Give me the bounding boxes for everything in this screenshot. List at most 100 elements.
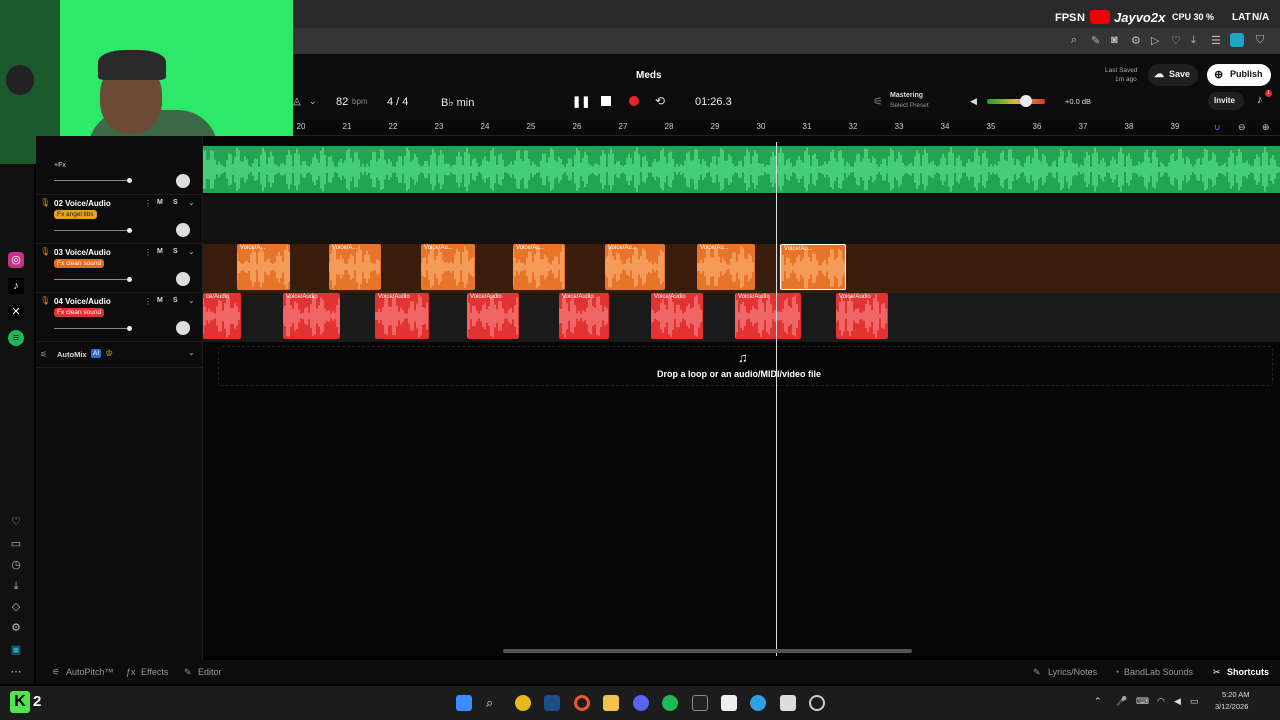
autopitch-button[interactable]: AutoPitch™ xyxy=(66,667,114,677)
extension-icon[interactable] xyxy=(1230,33,1244,47)
audio-clip[interactable]: Voice/Au... xyxy=(513,244,565,290)
volume-icon[interactable]: ◀ xyxy=(1174,696,1181,707)
history-icon[interactable]: ◷ xyxy=(8,557,24,573)
solo-button[interactable]: S xyxy=(173,199,178,206)
audio-clip[interactable]: Voice/A... xyxy=(329,244,381,290)
drop-zone[interactable]: ♫ Drop a loop or an audio/MIDI/video fil… xyxy=(218,346,1273,386)
obs-icon[interactable] xyxy=(809,695,825,711)
chrome-icon[interactable] xyxy=(515,695,531,711)
record-button[interactable] xyxy=(629,96,639,106)
audio-clip[interactable]: ce/Audio xyxy=(203,293,241,339)
track-header-02[interactable]: 🎙 02 Voice/Audio Fx angel libs ⋮ M S ⌄ xyxy=(36,195,203,244)
tracks-area[interactable]: Voice/A... Voice/A... Voice/Au... Voice/Au.… xyxy=(203,136,1280,656)
invite-button[interactable]: Invite xyxy=(1208,92,1244,110)
track-menu-icon[interactable]: ⋮ xyxy=(144,248,152,257)
solo-button[interactable]: S xyxy=(173,297,178,304)
key-value[interactable]: B♭ min xyxy=(441,96,474,109)
audio-clip[interactable]: Voice/Audio xyxy=(375,293,429,339)
spotify-icon[interactable]: ≡ xyxy=(8,330,24,346)
audio-clip[interactable]: Voice/Au... xyxy=(605,244,665,290)
clock-date[interactable]: 3/12/2026 xyxy=(1215,702,1248,711)
download-icon[interactable]: ⤓ xyxy=(1191,34,1196,47)
menu-icon[interactable]: ☰ xyxy=(1211,34,1221,47)
shield-icon[interactable]: ⛉ xyxy=(1256,34,1264,47)
automix-row[interactable]: ⚟ AutoMix AI ♔ ⌄ xyxy=(36,342,203,368)
pan-knob[interactable] xyxy=(176,321,190,335)
chevron-up-icon[interactable]: ⌃ xyxy=(1094,696,1102,707)
loop-icon[interactable]: ⟲ xyxy=(655,94,665,108)
steam-icon[interactable] xyxy=(544,695,560,711)
epic-games-icon[interactable] xyxy=(692,695,708,711)
mastering-label[interactable]: Mastering xyxy=(890,92,923,99)
track-menu-icon[interactable]: ⋮ xyxy=(144,199,152,208)
mastering-icon[interactable]: ⚟ xyxy=(873,95,883,108)
more-icon[interactable]: ⋯ xyxy=(8,664,24,680)
search-icon[interactable]: ⌕ xyxy=(486,695,502,711)
audio-clip[interactable]: Voice/Audio xyxy=(283,293,340,339)
mute-button[interactable]: M xyxy=(157,297,163,304)
green-waveform[interactable] xyxy=(203,146,1280,193)
zoom-out-icon[interactable]: ⊖ xyxy=(1238,122,1246,133)
track-header-03[interactable]: 🎙 03 Voice/Audio Fx clean sound ⋮ M S ⌄ xyxy=(36,244,203,293)
battery-icon[interactable]: ▭ xyxy=(1190,696,1199,707)
track-volume-slider[interactable] xyxy=(54,230,130,231)
project-title[interactable]: Meds xyxy=(636,70,662,81)
cube-icon[interactable]: ◇ xyxy=(8,599,24,615)
track-fx-badge[interactable]: Fx clean sound xyxy=(54,259,105,268)
save-button[interactable]: ☁ Save xyxy=(1148,64,1198,86)
track-header-01[interactable]: +Fx xyxy=(36,136,203,195)
mute-button[interactable]: M xyxy=(157,248,163,255)
track-menu-icon[interactable]: ⋮ xyxy=(144,297,152,306)
track-name[interactable]: 04 Voice/Audio xyxy=(54,297,111,306)
effects-button[interactable]: Effects xyxy=(141,667,168,677)
telegram-icon[interactable] xyxy=(750,695,766,711)
microphone-icon[interactable]: 🎤 xyxy=(1116,696,1127,707)
track-volume-handle[interactable] xyxy=(127,277,132,282)
download-icon[interactable]: ⤓ xyxy=(8,578,24,594)
track-header-04[interactable]: 🎙 04 Voice/Audio Fx clean sound ⋮ M S ⌄ xyxy=(36,293,203,342)
capcut-icon[interactable] xyxy=(780,695,796,711)
track-name[interactable]: 02 Voice/Audio xyxy=(54,199,111,208)
playhead[interactable] xyxy=(776,142,777,656)
publish-button[interactable]: ⊕ Publish xyxy=(1207,64,1271,86)
chevron-down-icon[interactable]: ⌄ xyxy=(188,247,195,256)
audio-clip[interactable]: Voice/Audio xyxy=(836,293,888,339)
bandlab-sounds-button[interactable]: BandLab Sounds xyxy=(1124,667,1193,677)
track-volume-slider[interactable] xyxy=(54,180,130,181)
magnet-icon[interactable]: ∪ xyxy=(1214,122,1221,133)
windows-start-icon[interactable] xyxy=(456,695,472,711)
lane-01[interactable] xyxy=(203,146,1280,193)
tiktok-icon[interactable]: ♪ xyxy=(8,278,24,294)
x-icon[interactable]: ✕ xyxy=(8,304,24,320)
metronome-icon[interactable]: ◬ xyxy=(293,96,301,107)
bell-icon[interactable]: ♪ xyxy=(1257,94,1263,106)
camera-icon[interactable]: ◙ xyxy=(1111,34,1118,46)
pan-knob[interactable] xyxy=(176,272,190,286)
audio-clip[interactable]: Voice/Audio xyxy=(735,293,801,339)
track-fx-add[interactable]: +Fx xyxy=(54,162,66,169)
mastering-preset[interactable]: Select Preset xyxy=(890,102,929,109)
pan-knob[interactable] xyxy=(176,223,190,237)
settings-icon[interactable]: ⚙ xyxy=(8,620,24,636)
speaker-icon[interactable]: ◀ xyxy=(970,96,977,107)
search-icon[interactable]: ⌕ xyxy=(1071,34,1077,47)
track-volume-slider[interactable] xyxy=(54,328,130,329)
edit-icon[interactable]: ✎ xyxy=(1091,34,1100,47)
timeline-ruler[interactable]: 20 21 22 23 24 25 26 27 28 29 30 31 32 33 34 35 36 37 38 39… xyxy=(293,120,1280,136)
stop-button[interactable] xyxy=(601,96,611,106)
audio-clip[interactable]: Voice/Audio xyxy=(651,293,703,339)
file-explorer-icon[interactable] xyxy=(603,695,619,711)
settings-icon[interactable]: ⚙ xyxy=(1131,34,1141,47)
shortcuts-button[interactable]: Shortcuts xyxy=(1227,667,1269,677)
mute-button[interactable]: M xyxy=(157,199,163,206)
lyrics-button[interactable]: Lyrics/Notes xyxy=(1048,667,1097,677)
zoom-in-icon[interactable]: ⊕ xyxy=(1262,122,1270,133)
opera-icon[interactable] xyxy=(574,695,590,711)
pan-knob[interactable] xyxy=(176,174,190,188)
notepad-icon[interactable] xyxy=(721,695,737,711)
audio-clip[interactable]: Voice/Au... xyxy=(421,244,475,290)
chevron-down-icon[interactable]: ⌄ xyxy=(188,348,195,357)
chat-icon[interactable]: ▭ xyxy=(8,536,24,552)
pause-button[interactable]: ❚❚ xyxy=(572,95,590,109)
track-volume-slider[interactable] xyxy=(54,279,130,280)
